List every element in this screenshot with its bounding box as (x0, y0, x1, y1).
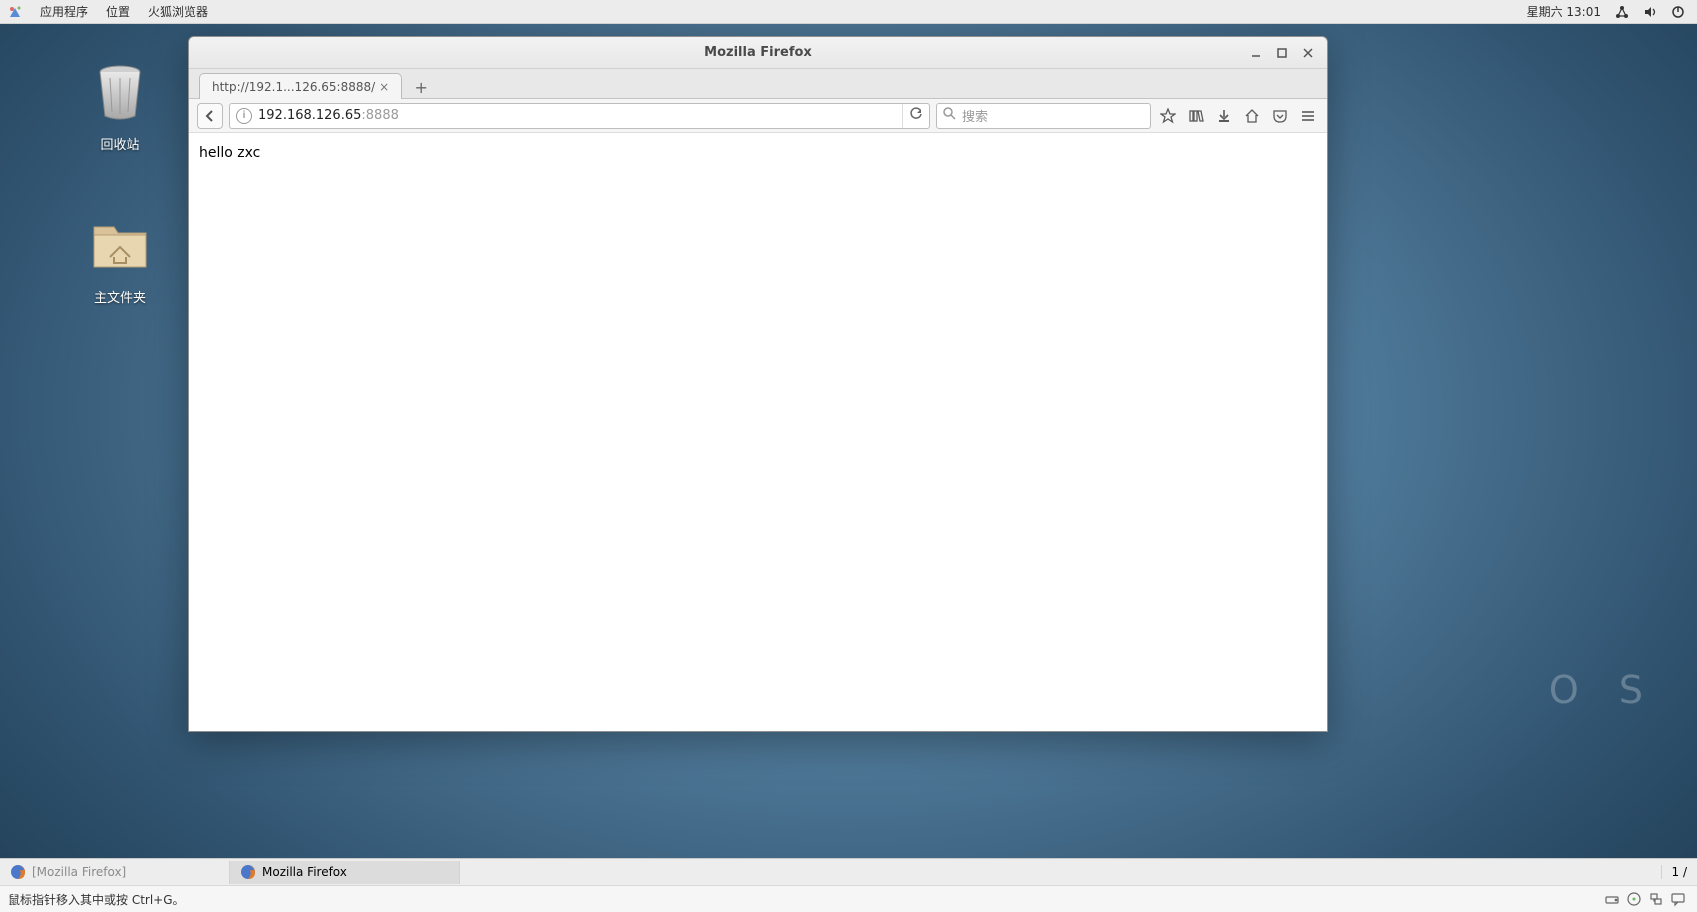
window-close-button[interactable] (1301, 46, 1315, 60)
window-maximize-button[interactable] (1275, 46, 1289, 60)
vm-message-icon[interactable] (1667, 888, 1689, 910)
new-tab-button[interactable]: + (408, 76, 434, 98)
menu-icon[interactable] (1297, 105, 1319, 127)
tab-close-icon[interactable]: × (375, 80, 393, 94)
taskbar-item-label: [Mozilla Firefox] (32, 865, 126, 879)
url-port: :8888 (361, 108, 398, 123)
taskbar-item[interactable]: [Mozilla Firefox] (0, 861, 230, 884)
os-watermark: O S (1549, 668, 1657, 712)
gnome-topbar: 应用程序 位置 火狐浏览器 星期六 13:01 (0, 0, 1697, 24)
browser-tab[interactable]: http://192.1...126.65:8888/ × (199, 73, 402, 99)
nav-toolbar: i 192.168.126.65:8888 搜索 (189, 99, 1327, 133)
library-icon[interactable] (1185, 105, 1207, 127)
page-content: hello zxc (189, 133, 1327, 173)
window-minimize-button[interactable] (1249, 46, 1263, 60)
vm-optical-icon[interactable] (1623, 888, 1645, 910)
vm-statusbar: 鼠标指针移入其中或按 Ctrl+G。 (0, 885, 1697, 912)
vm-hint-text: 鼠标指针移入其中或按 Ctrl+G。 (8, 891, 185, 908)
reload-icon[interactable] (909, 107, 923, 125)
tab-bar: http://192.1...126.65:8888/ × + (189, 69, 1327, 99)
desktop-icon-label: 主文件夹 (70, 287, 170, 306)
taskbar-item[interactable]: Mozilla Firefox (230, 861, 460, 884)
menu-places[interactable]: 位置 (106, 3, 130, 20)
firefox-window: Mozilla Firefox http://192.1...126.65:88… (188, 36, 1328, 732)
home-folder-icon (88, 213, 152, 277)
downloads-icon[interactable] (1213, 105, 1235, 127)
window-titlebar[interactable]: Mozilla Firefox (189, 37, 1327, 69)
pocket-icon[interactable] (1269, 105, 1291, 127)
tab-label: http://192.1...126.65:8888/ (212, 80, 375, 94)
activities-icon[interactable] (8, 5, 22, 19)
search-placeholder: 搜索 (962, 106, 988, 125)
url-host: 192.168.126.65 (258, 108, 361, 123)
vm-network-icon[interactable] (1645, 888, 1667, 910)
desktop-icon-label: 回收站 (70, 134, 170, 153)
url-bar[interactable]: i 192.168.126.65:8888 (229, 103, 930, 129)
window-title: Mozilla Firefox (189, 45, 1327, 60)
trash-icon (88, 60, 152, 124)
menu-applications[interactable]: 应用程序 (40, 3, 88, 20)
clock[interactable]: 星期六 13:01 (1527, 3, 1601, 20)
menu-firefox[interactable]: 火狐浏览器 (148, 3, 208, 20)
desktop-icon-home[interactable]: 主文件夹 (70, 213, 170, 306)
firefox-icon (10, 864, 26, 880)
back-button[interactable] (197, 103, 223, 129)
bookmark-star-icon[interactable] (1157, 105, 1179, 127)
workspace-indicator[interactable]: 1 / (1661, 865, 1697, 879)
site-info-icon[interactable]: i (236, 108, 252, 124)
taskbar: [Mozilla Firefox] Mozilla Firefox 1 / (0, 858, 1697, 885)
volume-icon[interactable] (1643, 4, 1657, 19)
desktop-icon-trash[interactable]: 回收站 (70, 60, 170, 153)
network-icon[interactable] (1615, 4, 1629, 19)
page-text: hello zxc (199, 145, 260, 161)
search-bar[interactable]: 搜索 (936, 103, 1151, 129)
home-icon[interactable] (1241, 105, 1263, 127)
power-icon[interactable] (1671, 4, 1685, 19)
taskbar-item-label: Mozilla Firefox (262, 865, 347, 879)
search-icon (943, 107, 956, 124)
vm-disk-icon[interactable] (1601, 888, 1623, 910)
firefox-icon (240, 864, 256, 880)
